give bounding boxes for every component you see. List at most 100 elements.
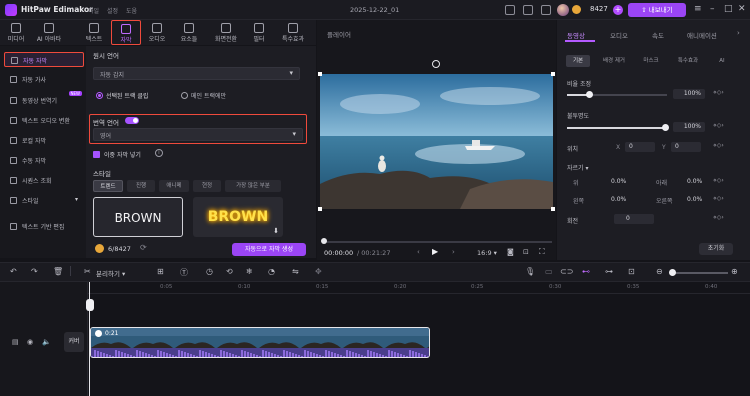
tab-media[interactable]: 미디어 [2,20,30,45]
radio-selected-clip[interactable] [96,92,103,99]
microphone-icon[interactable]: 🎙 [525,267,535,276]
sidebar-item-auto-lyrics[interactable]: 자동 가사 [4,72,84,87]
previous-frame-icon[interactable]: ‹ [417,248,420,256]
mirror-icon[interactable]: ⇋ [292,267,299,276]
menu-icon[interactable]: ≡ [694,4,702,14]
subtab-basic[interactable]: 기본 [566,55,590,67]
undo-icon[interactable]: ↶ [10,267,17,276]
tab-elements[interactable]: 요소들 [175,20,203,45]
aspect-ratio-select[interactable]: 16:9 ▾ [477,249,497,257]
style-tab-anime[interactable]: 애니메 [159,180,189,192]
mute-icon[interactable]: 🔈 [42,338,51,346]
sidebar-item-text-to-speech[interactable]: 텍스트 오디오 변환 [4,113,84,128]
subtab-effects[interactable]: 특수효과 [670,55,706,67]
crop-bottom-value[interactable]: 0.0% [687,178,702,185]
bilingual-checkbox[interactable] [93,151,100,158]
tab-audio[interactable]: 오디오 [143,20,171,45]
style-tab-current[interactable]: 현정 [193,180,221,192]
keyframe-icon[interactable]: ⋄◇› [713,195,724,202]
playhead-handle[interactable] [86,299,94,311]
info-icon[interactable]: i [155,149,163,157]
crop-top-value[interactable]: 0.0% [611,178,626,185]
text-tool-icon[interactable]: Ⓣ [180,267,188,278]
sidebar-item-video-translator[interactable]: 동영상 번역기 NEW [4,91,84,108]
playback-scrubber[interactable] [321,238,327,244]
position-x-field[interactable]: 0 [625,142,655,152]
snap-icon[interactable]: ⊷ [582,267,590,276]
maximize-icon[interactable]: □ [724,4,733,14]
zoom-slider-knob[interactable] [669,269,676,276]
close-icon[interactable]: ✕ [738,4,746,14]
delete-icon[interactable]: 🗑 [53,267,63,276]
gift-icon[interactable] [541,5,551,15]
tab-video[interactable]: 동영상 [567,30,585,40]
play-icon[interactable]: ▶ [432,247,438,256]
tab-animation[interactable]: 애니메이션 [687,30,717,40]
menu-settings[interactable]: 설정 [107,6,118,15]
subtab-remove-bg[interactable]: 배경 제거 [595,55,633,67]
sidebar-item-text-edit[interactable]: 텍스트 기반 편집 [4,219,84,234]
opacity-value-field[interactable]: 100% [673,122,705,132]
keyframe-icon[interactable]: ⋄◇› [713,89,724,96]
magnet-icon[interactable]: ⊶ [605,267,613,276]
zoom-slider[interactable] [670,272,728,274]
snapshot-icon[interactable]: ◙ [507,248,514,256]
zoom-in-icon[interactable]: ⊕ [731,267,738,276]
record-icon[interactable]: ▭ [545,267,553,276]
tab-filter[interactable]: 필터 [245,20,273,45]
keyframe-icon[interactable]: ⋄◇› [713,177,724,184]
refresh-icon[interactable]: ⟳ [140,243,147,252]
style-tab-progress[interactable]: 진행 [127,180,155,192]
spoken-language-select[interactable]: 자동 감지 ▾ [93,67,300,80]
message-icon[interactable] [523,5,533,15]
chevron-right-icon[interactable]: › [737,29,740,37]
reset-button[interactable]: 초기화 [699,243,733,255]
export-button[interactable]: ⇪ 내보내기 [628,3,686,17]
resize-handle[interactable] [318,207,322,211]
cover-button[interactable]: 커버 [64,332,84,352]
scale-slider-knob[interactable] [586,91,593,98]
link-icon[interactable]: ⊂⊃ [560,267,573,276]
rotate-field[interactable]: 0 [614,214,654,224]
monitor-icon[interactable] [505,5,515,15]
sidebar-item-local-caption[interactable]: 로컬 자막 [4,133,84,148]
tab-speed[interactable]: 속도 [652,30,664,40]
menu-file[interactable]: 파일 [88,6,99,15]
style-preset-plain[interactable]: BROWN [93,197,183,237]
add-coins-button[interactable]: + [613,5,623,15]
video-clip[interactable]: 0:21 [90,327,430,358]
speed-icon[interactable]: ◷ [206,267,213,276]
split-screen-icon[interactable]: ⊡ [628,267,635,276]
freeze-icon[interactable]: ❄ [246,267,253,276]
subtab-ai[interactable]: AI [712,55,732,67]
translate-language-select[interactable]: 영어 ▾ [93,128,303,141]
generate-caption-button[interactable]: 자동으로 자막 생성 [232,243,306,256]
radio-main-track[interactable] [181,92,188,99]
tab-effects[interactable]: 특수효과 [276,20,310,45]
clock-icon[interactable]: ◔ [268,267,275,276]
split-icon[interactable]: ✂ [84,267,91,276]
crop-icon[interactable]: ⊡ [523,248,529,256]
sidebar-item-style[interactable]: 스타일 ▾ [4,193,84,208]
resize-handle[interactable] [318,72,322,76]
rotate-tool-icon[interactable]: ⟲ [226,267,233,276]
style-tab-popular[interactable]: 가장 많은 부분 [225,180,281,192]
zoom-out-icon[interactable]: ⊖ [656,267,663,276]
tab-audio-props[interactable]: 오디오 [610,30,628,40]
track-video-icon[interactable]: ▤ [12,338,19,346]
tab-text[interactable]: 텍스트 [80,20,108,45]
split-button[interactable]: 분리하기 ▾ [96,268,125,278]
scale-value-field[interactable]: 100% [673,89,705,99]
opacity-slider-knob[interactable] [662,124,669,131]
crop-right-value[interactable]: 0.0% [687,196,702,203]
next-frame-icon[interactable]: › [452,248,455,256]
redo-icon[interactable]: ↷ [31,267,38,276]
subtab-mask[interactable]: 마스크 [637,55,665,67]
tab-ai-avatar[interactable]: AI 아바타 [35,20,63,45]
keyframe-icon[interactable]: ⋄◇› [713,142,724,149]
menu-help[interactable]: 도움 [126,6,137,15]
keyframe-icon[interactable]: ⋄◇› [713,214,724,221]
tab-transition[interactable]: 화면전환 [210,20,242,45]
style-preset-glow[interactable]: BROWN ⬇ [193,197,283,237]
crop-tool-icon[interactable]: ⊞ [157,267,164,276]
